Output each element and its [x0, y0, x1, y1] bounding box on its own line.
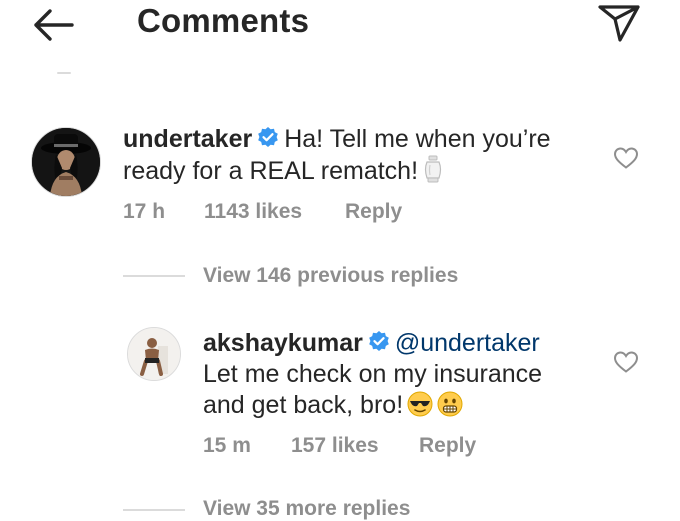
- comment-body: akshaykumar @undertaker Let me check on m…: [203, 328, 603, 425]
- like-heart-icon[interactable]: [613, 350, 639, 374]
- reply-button[interactable]: Reply: [419, 434, 476, 458]
- page-title: Comments: [137, 2, 310, 39]
- grimacing-face-icon: [437, 391, 463, 425]
- view-previous-replies-button[interactable]: View 146 previous replies: [203, 264, 458, 288]
- comment-text-line1: Ha! Tell me when you’re: [284, 125, 551, 153]
- comment-text-line1: Let me check on my insurance: [203, 360, 543, 388]
- mention-link[interactable]: @undertaker: [395, 329, 540, 357]
- comment-likes[interactable]: 157 likes: [291, 434, 379, 458]
- replies-divider: [123, 275, 185, 277]
- comment-likes[interactable]: 1143 likes: [204, 200, 302, 224]
- back-arrow-icon[interactable]: [28, 4, 78, 46]
- divider-stub: [57, 72, 71, 74]
- comment-username[interactable]: undertaker: [123, 125, 252, 153]
- sunglasses-face-icon: [407, 391, 433, 425]
- comment-time: 17 h: [123, 200, 166, 223]
- verified-badge-icon: [256, 126, 280, 150]
- comment-meta: 15 m 157 likes Reply: [0, 434, 680, 464]
- replies-divider: [123, 509, 185, 511]
- comment-body: undertaker Ha! Tell me when you’re ready …: [123, 124, 603, 191]
- comment-text-line2: ready for a REAL rematch!: [123, 157, 419, 185]
- comment-text-line2: and get back, bro!: [203, 391, 404, 419]
- verified-badge-icon: [367, 330, 391, 354]
- comment-meta: 17 h 1143 likes Reply: [0, 200, 680, 230]
- avatar[interactable]: [31, 127, 101, 197]
- view-more-replies-button[interactable]: View 35 more replies: [203, 497, 410, 521]
- avatar[interactable]: [127, 327, 181, 381]
- urn-icon: [422, 155, 444, 191]
- like-heart-icon[interactable]: [613, 146, 639, 170]
- reply-button[interactable]: Reply: [345, 200, 402, 224]
- comment-time: 15 m: [203, 434, 251, 457]
- comment-username[interactable]: akshaykumar: [203, 329, 363, 357]
- paper-plane-icon[interactable]: [596, 2, 642, 44]
